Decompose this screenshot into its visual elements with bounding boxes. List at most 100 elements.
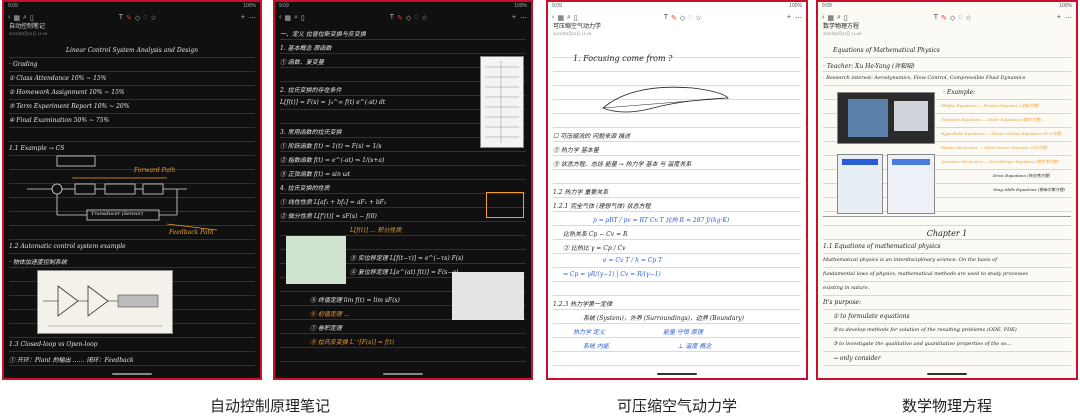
eraser-icon[interactable]: ◇: [950, 14, 955, 22]
search-icon[interactable]: ⌕: [567, 14, 571, 22]
bookmark-icon[interactable]: ▯: [30, 14, 34, 22]
add-page-icon[interactable]: +: [1057, 14, 1061, 22]
note-line: 系统 (System)，外界 (Surroundings)，边界 (Bounda…: [583, 315, 745, 322]
grid-icon[interactable]: ▦: [827, 14, 834, 22]
doc-title: 自动控制笔记: [9, 24, 46, 30]
note-line: 1.1 Example → CS: [9, 145, 65, 152]
note-line: 1.3 Closed-loop vs Open-loop: [9, 341, 98, 348]
note-line: ① to formulate equations: [833, 313, 910, 320]
note-line: Elastic Mechanics — Saint-Venant Equatio…: [941, 145, 1048, 150]
pen-icon[interactable]: ✎: [397, 14, 403, 22]
note-line: 1. 基本概念 原函数: [280, 45, 332, 52]
note-page[interactable]: Linear Control System Analysis and Desig…: [9, 44, 255, 370]
bookmark-icon[interactable]: ▯: [574, 14, 578, 22]
note-line: ⇒ Cp = γR/(γ−1) | Cv = R/(γ−1): [563, 271, 661, 278]
status-battery: 100%: [789, 3, 802, 9]
text-tool-icon[interactable]: T: [934, 14, 938, 22]
add-page-icon[interactable]: +: [512, 14, 516, 22]
pasted-image[interactable]: [37, 270, 173, 334]
search-icon[interactable]: ⌕: [294, 14, 298, 22]
note-line: ② 热力学 基本量: [553, 147, 599, 154]
doc-date: 2021年9月21日 11:09: [553, 31, 592, 36]
notes-toolbar: ‹ ▦ ⌕ ▯ T ✎ ◇ ◌ ☆ + ⋯: [548, 11, 806, 24]
shape-icon[interactable]: ☆: [421, 14, 427, 22]
note-line: 1.2.3 热力学第一定律: [553, 301, 613, 308]
notes-toolbar: ‹ ▦ ⌕ ▯ T ✎ ◇ ◌ ☆ + ⋯: [818, 11, 1076, 24]
lasso-icon[interactable]: ◌: [143, 14, 147, 22]
lasso-icon[interactable]: ◌: [414, 14, 418, 22]
add-page-icon[interactable]: +: [787, 14, 791, 22]
note-line: · Grading: [9, 61, 38, 68]
grid-icon[interactable]: ▦: [557, 14, 564, 22]
note-line: 1.1 Equations of mathematical physics: [823, 243, 941, 250]
back-icon[interactable]: ‹: [552, 14, 554, 22]
note-line: Elliptic Equations — Poisson Equation (泊…: [941, 103, 1039, 108]
note-line: ⊥ 温度 概念: [678, 343, 712, 350]
shape-icon[interactable]: ☆: [695, 14, 701, 22]
lasso-icon[interactable]: ◌: [958, 14, 962, 22]
sticky-note[interactable]: [452, 272, 524, 320]
pasted-photo[interactable]: [837, 92, 935, 144]
note-line: ① Class Attendance 10% ~ 15%: [9, 75, 107, 82]
note-line: ④ Final Examination 50% ~ 75%: [9, 117, 110, 124]
note-page[interactable]: Equations of Mathematical Physics · Teac…: [823, 44, 1071, 370]
search-icon[interactable]: ⌕: [23, 14, 27, 22]
search-icon[interactable]: ⌕: [837, 14, 841, 22]
note-line: p = ρRT / pv = RT Cv T 比热 R = 287 J/(kg·…: [593, 217, 730, 224]
home-indicator: [383, 373, 423, 375]
doc-title: 可压缩空气动力学: [553, 24, 602, 30]
screenshot-laplace-notes: 9:09 100% ‹ ▦ ⌕ ▯ T ✎ ◇ ◌ ☆ + ⋯ 一、定义 拉普拉…: [273, 0, 533, 380]
mechanical-diagram-image: [43, 285, 162, 327]
more-icon[interactable]: ⋯: [1065, 14, 1072, 22]
back-icon[interactable]: ‹: [8, 14, 10, 22]
note-line: Hyperbolic Equations — Navier-Stokes Equ…: [941, 131, 1062, 136]
note-line: ② 指数函数 f(t) = e^(-at) ⇒ 1/(s+a): [280, 157, 385, 164]
text-tool-icon[interactable]: T: [664, 14, 668, 22]
more-icon[interactable]: ⋯: [249, 14, 256, 22]
note-line: 1.2 Automatic control system example: [9, 243, 126, 250]
note-line: ③ 实位移定理 L[f(t−τ)] = e^(−τs) F(s): [350, 255, 464, 262]
note-line: ⑧ 拉氏反变换 L⁻¹[F(s)] = f(t): [310, 339, 395, 346]
eraser-icon[interactable]: ◇: [406, 14, 411, 22]
status-time: 9:09: [822, 3, 832, 9]
bookmark-icon[interactable]: ▯: [844, 14, 848, 22]
pasted-screenshot[interactable]: [837, 154, 883, 214]
text-tool-icon[interactable]: T: [119, 14, 123, 22]
airfoil-sketch: [602, 86, 729, 113]
note-line: Equations of Mathematical Physics: [833, 47, 940, 54]
pen-icon[interactable]: ✎: [671, 14, 677, 22]
status-time: 9:09: [552, 3, 562, 9]
pen-icon[interactable]: ✎: [126, 14, 132, 22]
more-icon[interactable]: ⋯: [795, 14, 802, 22]
add-page-icon[interactable]: +: [241, 14, 245, 22]
screenshot-control-notes: 9:09 100% ‹ ▦ ⌕ ▯ T ✎ ◇ ◌ ☆ + ⋯ 自动控制笔记 2…: [2, 0, 262, 380]
text-tool-icon[interactable]: T: [390, 14, 394, 22]
lasso-icon[interactable]: ◌: [688, 14, 692, 22]
back-icon[interactable]: ‹: [279, 14, 281, 22]
note-line: ③ Term Experiment Report 10% ~ 20%: [9, 103, 130, 110]
grid-icon[interactable]: ▦: [13, 14, 20, 22]
note-line: 一、定义 拉普拉斯变换与反变换: [280, 31, 366, 38]
eraser-icon[interactable]: ◇: [680, 14, 685, 22]
shape-icon[interactable]: ☆: [965, 14, 971, 22]
note-line: Dirac Equations (狄拉克方程): [993, 173, 1051, 178]
eraser-icon[interactable]: ◇: [135, 14, 140, 22]
status-battery: 100%: [1059, 3, 1072, 9]
home-indicator: [112, 373, 152, 375]
sticky-note[interactable]: [286, 236, 346, 284]
pasted-screenshot[interactable]: [887, 154, 935, 214]
back-icon[interactable]: ‹: [822, 14, 824, 22]
note-line: ☐ 可压缩流的 问题来源 描述: [553, 133, 631, 140]
pasted-table-image[interactable]: [480, 56, 524, 148]
note-page[interactable]: 一、定义 拉普拉斯变换与反变换 1. 基本概念 原函数 ① 函数、复变量 2. …: [280, 26, 526, 370]
note-page[interactable]: 1. Focusing come from ? ☐ 可压缩流的 问题来源 描述 …: [553, 44, 801, 370]
pen-icon[interactable]: ✎: [941, 14, 947, 22]
bookmark-icon[interactable]: ▯: [301, 14, 305, 22]
note-line: 4. 拉氏变换的性质: [280, 185, 330, 192]
more-icon[interactable]: ⋯: [520, 14, 527, 22]
note-line: ① 开环：Plant 的输出 …… 闭环：Feedback: [9, 357, 134, 364]
shape-icon[interactable]: ☆: [150, 14, 156, 22]
caption-math-physics-notes: 数学物理方程: [901, 397, 992, 415]
note-line: existing in nature.: [823, 285, 870, 291]
grid-icon[interactable]: ▦: [284, 14, 291, 22]
